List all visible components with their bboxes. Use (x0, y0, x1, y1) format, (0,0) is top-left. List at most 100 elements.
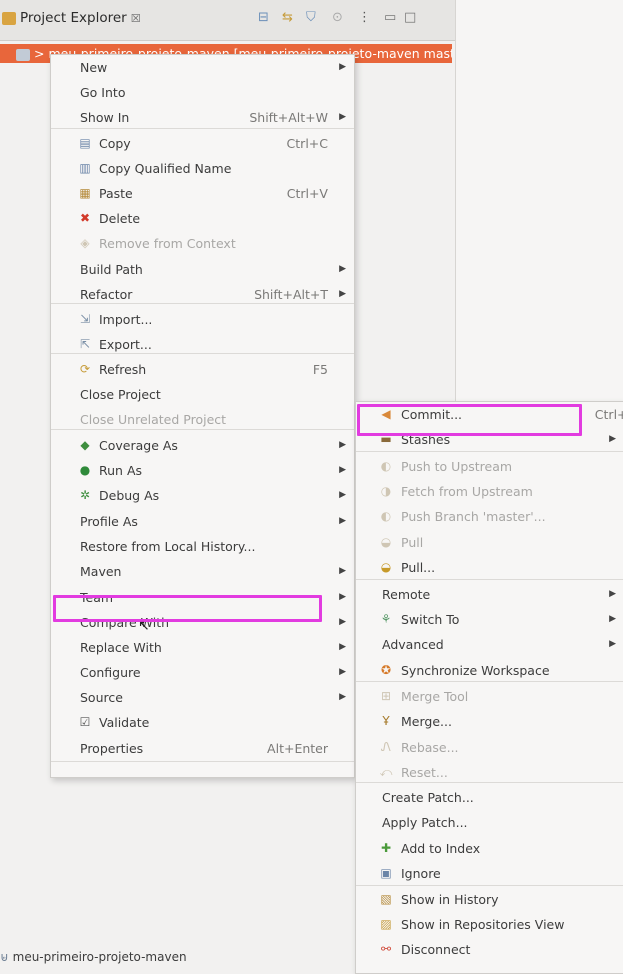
team-menu-item-advanced[interactable]: Advanced ▶ (356, 632, 623, 657)
team-menu-item-show-in-history[interactable]: ▧ Show in History (356, 887, 623, 912)
context-menu-item-label: Replace With (80, 640, 162, 655)
commit-icon: ◀ (381, 407, 391, 421)
context-menu-item-label: Profile As (80, 514, 138, 529)
context-menu-item-label: Configure (80, 665, 141, 680)
team-menu-item-remote[interactable]: Remote ▶ (356, 582, 623, 607)
menu-separator (51, 128, 354, 129)
context-menu-item-replace-with[interactable]: Replace With ▶ (51, 635, 354, 660)
team-menu-item-stashes[interactable]: ▬ Stashes ▶ (356, 427, 623, 452)
team-menu-item-label: Stashes (401, 432, 451, 447)
team-menu-item-merge[interactable]: Ұ Merge... (356, 709, 623, 734)
menu-separator (356, 782, 623, 783)
context-menu-item-delete[interactable]: ✖ Delete (51, 206, 354, 231)
copy-qualified-icon: ▥ (79, 161, 91, 175)
submenu-arrow-icon: ▶ (339, 62, 346, 72)
team-menu-item-label: Disconnect (401, 942, 471, 957)
team-menu-item-apply-patch[interactable]: Apply Patch... (356, 810, 623, 835)
context-menu-item-debug-as[interactable]: ✲ Debug As ▶ (51, 483, 354, 508)
mouse-cursor-icon: ↖ (138, 618, 150, 634)
submenu-arrow-icon: ▶ (339, 112, 346, 122)
context-menu-item-team[interactable]: Team ▶ (51, 585, 354, 610)
collapse-all-icon[interactable]: ⊟ (258, 10, 269, 25)
context-menu-item-validate[interactable]: ☑ Validate (51, 710, 354, 735)
context-menu-item-go-into[interactable]: Go Into (51, 80, 354, 105)
context-menu-item-source[interactable]: Source ▶ (51, 685, 354, 710)
team-menu-item-create-patch[interactable]: Create Patch... (356, 785, 623, 810)
maximize-icon[interactable]: □ (404, 10, 416, 25)
team-menu-item-merge-tool: ⊞ Merge Tool (356, 684, 623, 709)
team-menu-item-ignore[interactable]: ▣ Ignore (356, 861, 623, 886)
stashes-icon: ▬ (380, 432, 392, 446)
submenu-arrow-icon: ▶ (339, 465, 346, 475)
push-upstream-icon: ◐ (380, 459, 392, 473)
synchronize-icon: ✪ (380, 663, 392, 677)
context-menu-item-paste[interactable]: ▦ Paste Ctrl+V (51, 181, 354, 206)
team-menu-item-label: Switch To (401, 612, 460, 627)
team-menu-item-show-in-repositories-view[interactable]: ▨ Show in Repositories View (356, 912, 623, 937)
context-menu-item-label: Restore from Local History... (80, 539, 256, 554)
context-menu-item-refresh[interactable]: ⟳ Refresh F5 (51, 357, 354, 382)
context-menu-item-label: Delete (99, 211, 141, 226)
submenu-arrow-icon: ▶ (339, 516, 346, 526)
submenu-arrow-icon: ▶ (339, 490, 346, 500)
menu-separator (356, 681, 623, 682)
team-menu-item-label: Rebase... (401, 740, 459, 755)
team-menu-item-commit[interactable]: ◀ Commit... Ctrl+# (356, 402, 623, 427)
link-editor-icon[interactable]: ⇆ (282, 10, 293, 25)
menu-separator (51, 429, 354, 430)
context-menu-item-build-path[interactable]: Build Path ▶ (51, 257, 354, 282)
filter-icon[interactable]: ⛉ (306, 10, 316, 25)
team-menu-item-label: Apply Patch... (382, 815, 468, 830)
context-menu-item-new[interactable]: New ▶ (51, 55, 354, 80)
paste-icon: ▦ (79, 186, 91, 200)
context-menu-item-copy[interactable]: ▤ Copy Ctrl+C (51, 131, 354, 156)
merge-icon: Ұ (382, 714, 390, 728)
minimize-icon[interactable]: ▭ (384, 10, 396, 25)
context-menu-item-maven[interactable]: Maven ▶ (51, 559, 354, 584)
switch-icon: ⚘ (380, 612, 392, 626)
team-menu-item-add-to-index[interactable]: ✚ Add to Index (356, 836, 623, 861)
disconnect-icon: ⚯ (380, 942, 392, 956)
context-menu-item-configure[interactable]: Configure ▶ (51, 660, 354, 685)
shortcut-label: F5 (312, 362, 328, 377)
team-menu-item-synchronize-workspace[interactable]: ✪ Synchronize Workspace (356, 658, 623, 683)
context-menu-item-run-as[interactable]: ● Run As ▶ (51, 458, 354, 483)
context-menu-item-label: Refactor (80, 287, 133, 302)
menu-separator (51, 761, 354, 762)
context-menu-item-properties[interactable]: Properties Alt+Enter (51, 736, 354, 761)
team-menu-item-push-branch-master: ◐ Push Branch 'master'... (356, 504, 623, 529)
context-menu-item-profile-as[interactable]: Profile As ▶ (51, 509, 354, 534)
team-menu-item-switch-to[interactable]: ⚘ Switch To ▶ (356, 607, 623, 632)
submenu-arrow-icon: ▶ (339, 440, 346, 450)
run-icon: ● (79, 463, 91, 477)
context-menu-item-copy-qualified-name[interactable]: ▥ Copy Qualified Name (51, 156, 354, 181)
project-explorer-tab[interactable]: Project Explorer ☒ (2, 10, 141, 26)
pull-dialog-icon: ◒ (380, 560, 392, 574)
team-menu-item-pull[interactable]: ◒ Pull... (356, 555, 623, 580)
remove-context-icon: ◈ (80, 236, 90, 250)
context-menu: New ▶ Go Into Show In Shift+Alt+W ▶ ▤ Copy Ctrl+… (50, 54, 355, 778)
context-menu-item-compare-with[interactable]: Compare With ▶ (51, 610, 354, 635)
menu-separator (356, 451, 623, 452)
context-menu-item-label: Source (80, 690, 123, 705)
context-menu-item-label: Copy Qualified Name (99, 161, 232, 176)
context-menu-item-label: Paste (99, 186, 133, 201)
project-tree-label: meu-primeiro-projeto-maven (12, 950, 187, 964)
context-menu-item-restore-from-local-history[interactable]: Restore from Local History... (51, 534, 354, 559)
context-menu-item-coverage-as[interactable]: ◆ Coverage As ▶ (51, 433, 354, 458)
team-menu-item-disconnect[interactable]: ⚯ Disconnect (356, 937, 623, 962)
pull-icon: ◒ (380, 535, 392, 549)
context-menu-item-label: Copy (99, 136, 131, 151)
context-menu-item-close-project[interactable]: Close Project (51, 382, 354, 407)
context-menu-item-import[interactable]: ⇲ Import... (51, 307, 354, 332)
context-menu-item-label: Team (80, 590, 114, 605)
team-menu-item-label: Reset... (401, 765, 448, 780)
context-menu-item-label: Validate (99, 715, 150, 730)
copy-icon: ▤ (79, 136, 91, 150)
team-menu-item-label: Show in History (401, 892, 499, 907)
view-menu-icon[interactable]: ⋮ (358, 10, 371, 25)
close-tab-icon[interactable]: ☒ (131, 12, 141, 25)
focus-task-icon[interactable]: ⊙ (332, 10, 343, 25)
submenu-arrow-icon: ▶ (609, 434, 616, 444)
context-menu-item-show-in[interactable]: Show In Shift+Alt+W ▶ (51, 105, 354, 130)
